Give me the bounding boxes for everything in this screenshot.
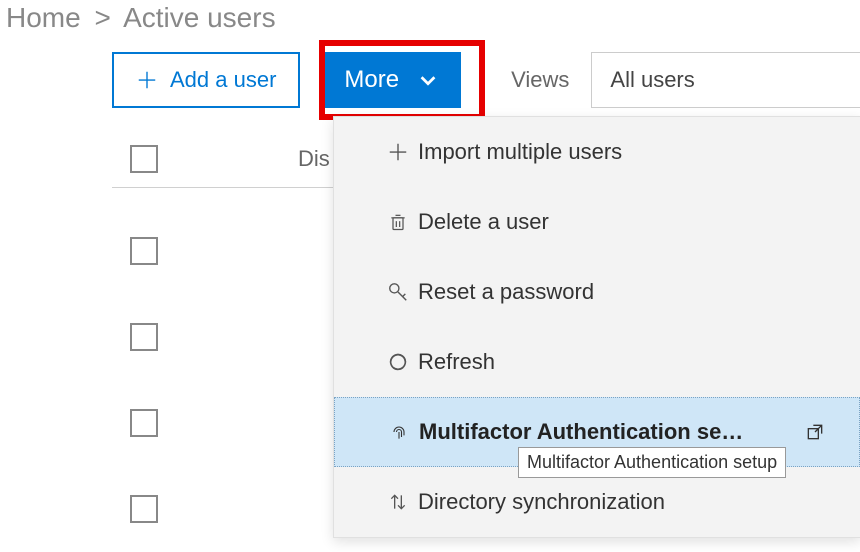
row-checkbox[interactable] bbox=[130, 495, 158, 523]
row-checkbox[interactable] bbox=[130, 409, 158, 437]
trash-icon bbox=[378, 211, 418, 233]
row-checkbox[interactable] bbox=[130, 323, 158, 351]
external-link-icon bbox=[805, 422, 825, 442]
sync-icon bbox=[378, 491, 418, 513]
menu-label: Import multiple users bbox=[418, 139, 622, 165]
key-icon bbox=[378, 281, 418, 303]
chevron-down-icon bbox=[417, 69, 439, 91]
menu-reset-password[interactable]: Reset a password bbox=[334, 257, 860, 327]
add-user-label: Add a user bbox=[170, 67, 276, 93]
menu-label: Refresh bbox=[418, 349, 495, 375]
toolbar: Add a user More Views All users bbox=[0, 52, 860, 108]
row-checkbox[interactable] bbox=[130, 237, 158, 265]
content-area: Dis Import multiple users Delete a user … bbox=[0, 130, 860, 552]
add-user-button[interactable]: Add a user bbox=[112, 52, 300, 108]
views-value: All users bbox=[610, 67, 694, 93]
breadcrumb-current: Active users bbox=[123, 2, 276, 33]
breadcrumb-home[interactable]: Home bbox=[6, 2, 81, 33]
tooltip: Multifactor Authentication setup bbox=[518, 447, 786, 478]
views-select[interactable]: All users bbox=[591, 52, 860, 108]
views-label: Views bbox=[511, 67, 569, 93]
menu-label: Delete a user bbox=[418, 209, 549, 235]
breadcrumb: Home > Active users bbox=[0, 0, 860, 52]
menu-label: Reset a password bbox=[418, 279, 594, 305]
select-all-checkbox[interactable] bbox=[130, 145, 158, 173]
refresh-icon bbox=[378, 351, 418, 373]
menu-delete-user[interactable]: Delete a user bbox=[334, 187, 860, 257]
more-button[interactable]: More bbox=[322, 52, 461, 108]
plus-icon bbox=[378, 141, 418, 163]
menu-refresh[interactable]: Refresh bbox=[334, 327, 860, 397]
breadcrumb-separator: > bbox=[94, 2, 110, 33]
column-display-name[interactable]: Dis bbox=[298, 146, 330, 172]
plus-icon bbox=[136, 69, 158, 91]
fingerprint-icon bbox=[379, 421, 419, 443]
menu-label: Multifactor Authentication se… bbox=[419, 419, 743, 445]
menu-label: Directory synchronization bbox=[418, 489, 665, 515]
more-label: More bbox=[344, 66, 399, 94]
menu-import-users[interactable]: Import multiple users bbox=[334, 117, 860, 187]
